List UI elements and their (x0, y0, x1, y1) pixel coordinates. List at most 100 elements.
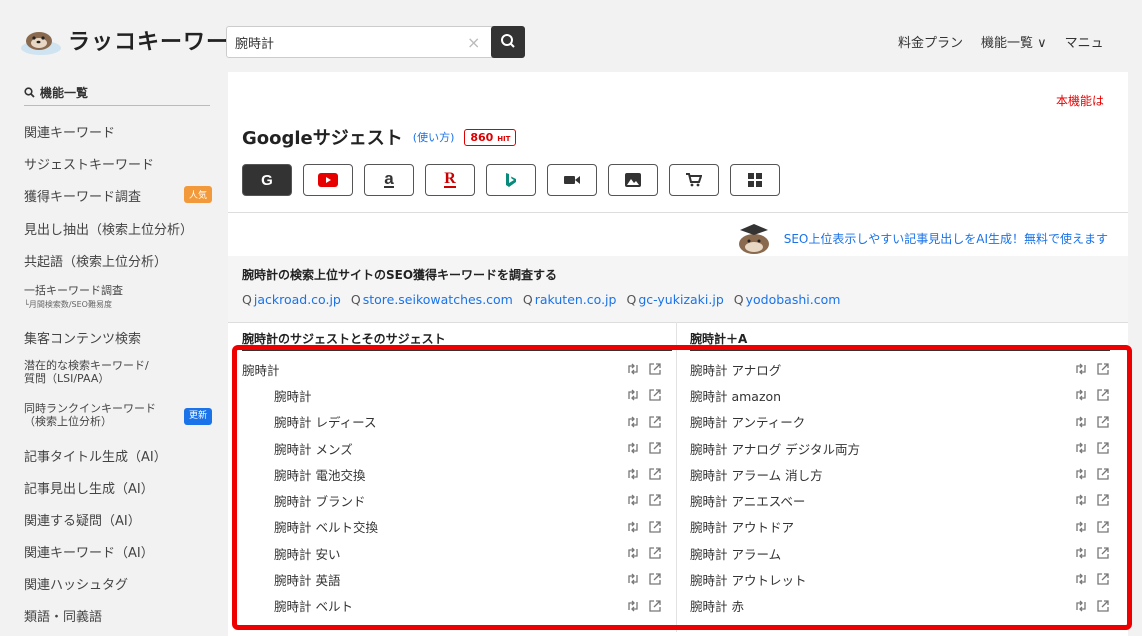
domain-link[interactable]: Qrakuten.co.jp (523, 292, 617, 307)
shopping-tab[interactable] (669, 164, 719, 196)
expand-suggest-icon[interactable] (1074, 493, 1088, 507)
google-tab[interactable]: G (242, 164, 292, 196)
list-item[interactable]: 腕時計 アウトレット (690, 566, 1110, 592)
expand-suggest-icon[interactable] (1074, 572, 1088, 586)
expand-suggest-icon[interactable] (626, 362, 640, 376)
expand-suggest-icon[interactable] (626, 415, 640, 429)
sidebar-item-question-ai[interactable]: 関連する疑問（AI） (24, 510, 214, 529)
sidebar-item-synonym[interactable]: 類語・同義語 (24, 606, 214, 625)
windows-tab[interactable] (730, 164, 780, 196)
clear-icon[interactable]: × (467, 33, 480, 52)
expand-suggest-icon[interactable] (1074, 441, 1088, 455)
suggest-keyword[interactable]: 腕時計 アナログ デジタル両方 (690, 439, 860, 458)
list-item[interactable]: 腕時計 アウトドア (690, 514, 1110, 540)
expand-suggest-icon[interactable] (626, 388, 640, 402)
suggest-keyword[interactable]: 腕時計 赤 (690, 596, 744, 615)
suggest-keyword[interactable]: 腕時計 ベルト (242, 596, 353, 615)
external-link-icon[interactable] (648, 362, 662, 376)
sidebar-item-rankin[interactable]: 同時ランクインキーワード （検索上位分析） 更新 (24, 402, 214, 428)
rakuten-tab[interactable]: R (425, 164, 475, 196)
sidebar-item-title-ai[interactable]: 記事タイトル生成（AI） (24, 446, 214, 465)
domain-link[interactable]: Qstore.seikowatches.com (351, 292, 513, 307)
list-item[interactable]: 腕時計 ベルト (242, 593, 662, 619)
suggest-keyword[interactable]: 腕時計 アウトドア (690, 517, 794, 536)
list-item[interactable]: 腕時計 ベルト交換 (242, 514, 662, 540)
expand-suggest-icon[interactable] (1074, 520, 1088, 534)
suggest-keyword[interactable]: 腕時計 アウトレット (690, 570, 806, 589)
list-item[interactable]: 腕時計 英語 (242, 566, 662, 592)
suggest-keyword[interactable]: 腕時計 英語 (242, 570, 340, 589)
expand-suggest-icon[interactable] (1074, 599, 1088, 613)
external-link-icon[interactable] (648, 467, 662, 481)
promo-banner[interactable]: SEO上位表示しやすい記事見出しをAI生成！無料で使えます (732, 220, 1108, 256)
bing-tab[interactable] (486, 164, 536, 196)
suggest-keyword[interactable]: 腕時計 メンズ (242, 439, 353, 458)
sidebar-item-heading-ai[interactable]: 記事見出し生成（AI） (24, 478, 214, 497)
list-item[interactable]: 腕時計 電池交換 (242, 461, 662, 487)
external-link-icon[interactable] (1096, 493, 1110, 507)
external-link-icon[interactable] (1096, 441, 1110, 455)
list-item[interactable]: 腕時計 アナログ デジタル両方 (690, 435, 1110, 461)
external-link-icon[interactable] (1096, 415, 1110, 429)
expand-suggest-icon[interactable] (626, 520, 640, 534)
domain-link[interactable]: Qgc-yukizaki.jp (626, 292, 723, 307)
youtube-tab[interactable] (303, 164, 353, 196)
sidebar-item-headings[interactable]: 見出し抽出（検索上位分析） (24, 219, 214, 238)
sidebar-item-suggest[interactable]: サジェストキーワード (24, 154, 214, 173)
suggest-keyword[interactable]: 腕時計 アニエスベー (690, 491, 805, 510)
sidebar-item-cooccurrence[interactable]: 共起語（検索上位分析） (24, 251, 214, 270)
list-item[interactable]: 腕時計 (242, 356, 662, 382)
list-item[interactable]: 腕時計 レディース (242, 409, 662, 435)
expand-suggest-icon[interactable] (1074, 467, 1088, 481)
amazon-tab[interactable]: a (364, 164, 414, 196)
sidebar-item-related[interactable]: 関連キーワード (24, 122, 214, 141)
expand-suggest-icon[interactable] (626, 546, 640, 560)
list-item[interactable]: 腕時計 メンズ (242, 435, 662, 461)
list-item[interactable]: 腕時計 (242, 382, 662, 408)
nav-manual[interactable]: マニュ (1065, 32, 1104, 51)
external-link-icon[interactable] (648, 599, 662, 613)
external-link-icon[interactable] (648, 493, 662, 507)
expand-suggest-icon[interactable] (626, 467, 640, 481)
external-link-icon[interactable] (1096, 362, 1110, 376)
suggest-keyword[interactable]: 腕時計 レディース (242, 412, 376, 431)
search-button[interactable] (491, 26, 525, 58)
expand-suggest-icon[interactable] (626, 572, 640, 586)
list-item[interactable]: 腕時計 ブランド (242, 487, 662, 513)
sidebar-item-acquired[interactable]: 獲得キーワード調査 人気 (24, 186, 214, 205)
external-link-icon[interactable] (648, 520, 662, 534)
external-link-icon[interactable] (1096, 572, 1110, 586)
usage-link[interactable]: (使い方) (413, 129, 455, 145)
list-item[interactable]: 腕時計 アラーム 消し方 (690, 461, 1110, 487)
search-input[interactable] (227, 27, 489, 57)
expand-suggest-icon[interactable] (626, 599, 640, 613)
suggest-keyword[interactable]: 腕時計 (242, 386, 312, 405)
image-tab[interactable] (608, 164, 658, 196)
suggest-keyword[interactable]: 腕時計 電池交換 (242, 465, 365, 484)
expand-suggest-icon[interactable] (1074, 415, 1088, 429)
nav-features[interactable]: 機能一覧 ∨ (981, 32, 1047, 51)
domain-link[interactable]: Qjackroad.co.jp (242, 292, 341, 307)
list-item[interactable]: 腕時計 アナログ (690, 356, 1110, 382)
video-tab[interactable] (547, 164, 597, 196)
sidebar-item-keyword-ai[interactable]: 関連キーワード（AI） (24, 542, 214, 561)
external-link-icon[interactable] (1096, 467, 1110, 481)
list-item[interactable]: 腕時計 アラーム (690, 540, 1110, 566)
list-item[interactable]: 腕時計 安い (242, 540, 662, 566)
external-link-icon[interactable] (648, 572, 662, 586)
sidebar-item-bulk[interactable]: 一括キーワード調査 └月間検索数/SEO難易度 (24, 282, 214, 310)
external-link-icon[interactable] (648, 441, 662, 455)
domain-link[interactable]: Qyodobashi.com (734, 292, 841, 307)
suggest-keyword[interactable]: 腕時計 アラーム 消し方 (690, 465, 823, 484)
logo[interactable]: ラッコキーワード (20, 24, 252, 56)
expand-suggest-icon[interactable] (1074, 362, 1088, 376)
external-link-icon[interactable] (648, 546, 662, 560)
suggest-keyword[interactable]: 腕時計 ブランド (242, 491, 365, 510)
external-link-icon[interactable] (1096, 599, 1110, 613)
suggest-keyword[interactable]: 腕時計 アラーム (690, 544, 781, 563)
list-item[interactable]: 腕時計 赤 (690, 593, 1110, 619)
suggest-keyword[interactable]: 腕時計 (242, 360, 280, 379)
external-link-icon[interactable] (648, 388, 662, 402)
sidebar-item-hashtag[interactable]: 関連ハッシュタグ (24, 574, 214, 593)
external-link-icon[interactable] (1096, 520, 1110, 534)
